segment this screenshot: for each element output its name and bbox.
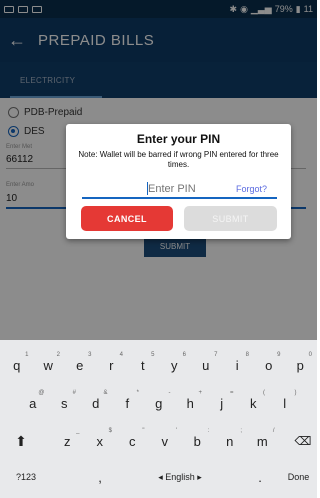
key-hint: = [229, 390, 234, 396]
key-hint: 1 [25, 352, 29, 358]
key-label: z [64, 433, 71, 449]
key-hint: 3 [88, 352, 92, 358]
text-cursor [147, 182, 148, 195]
key-b[interactable]: b: [182, 426, 213, 456]
key-hint: 7 [214, 352, 218, 358]
key-label: j [220, 395, 224, 411]
key-hint: ) [294, 390, 297, 396]
pin-dialog: Enter your PIN Note: Wallet will be barr… [66, 124, 291, 239]
key-p[interactable]: p0 [286, 350, 316, 380]
key-label: x [96, 433, 104, 449]
shift-arrow-icon: ⬆ [15, 432, 27, 449]
key-hint: - [168, 390, 171, 396]
key-label: e [76, 357, 84, 373]
key-hint: & [103, 390, 108, 396]
done-key[interactable]: Done [280, 462, 317, 492]
key-label: h [186, 395, 194, 411]
key-label: a [29, 395, 37, 411]
key-hint: 5 [151, 352, 155, 358]
key-w[interactable]: w2 [34, 350, 64, 380]
key-label: b [193, 433, 201, 449]
key-hint: # [72, 390, 76, 396]
key-label: n [226, 433, 234, 449]
key-g[interactable]: g- [144, 388, 174, 418]
key-hint: : [207, 428, 210, 434]
key-label: r [109, 357, 114, 373]
key-hint: 9 [277, 352, 281, 358]
key-f[interactable]: f * [113, 388, 143, 418]
key-e[interactable]: e3 [65, 350, 95, 380]
shift-key[interactable]: ⬆ [4, 426, 38, 456]
key-label: d [92, 395, 100, 411]
key-label: l [283, 395, 287, 411]
key-hint: " [142, 428, 145, 434]
key-q[interactable]: q1 [2, 350, 32, 380]
key-label: g [155, 395, 163, 411]
forgot-pin-link[interactable]: Forgot? [236, 184, 267, 194]
key-label: f [125, 395, 130, 411]
key-i[interactable]: i8 [223, 350, 253, 380]
key-hint: * [136, 390, 139, 396]
key-m[interactable]: m / [247, 426, 278, 456]
key-hint: 4 [119, 352, 123, 358]
key-label: w [43, 357, 53, 373]
on-screen-keyboard: q1w2e3r4t5y6u7i8o9p0 a @ s # d & f * g - h + j = k(l) … [0, 340, 317, 498]
key-l[interactable]: l) [270, 388, 300, 418]
comma-key[interactable]: , [86, 462, 114, 492]
key-u[interactable]: u7 [191, 350, 221, 380]
key-hint: + [198, 390, 202, 396]
key-y[interactable]: y6 [160, 350, 190, 380]
key-hint: 0 [308, 352, 312, 358]
backspace-icon: ⌫ [294, 434, 312, 448]
key-h[interactable]: h + [176, 388, 206, 418]
key-label: s [61, 395, 68, 411]
key-label: v [161, 433, 169, 449]
dialog-note: Note: Wallet will be barred if wrong PIN… [78, 150, 279, 169]
key-hint: / [272, 428, 275, 434]
dialog-title: Enter your PIN [136, 132, 221, 146]
key-label: t [140, 357, 145, 373]
key-n[interactable]: n; [215, 426, 246, 456]
key-label: m [256, 433, 268, 449]
key-label: c [129, 433, 136, 449]
key-v[interactable]: v ' [150, 426, 181, 456]
key-label: u [202, 357, 210, 373]
key-x[interactable]: x $ [85, 426, 116, 456]
key-hint: 8 [245, 352, 249, 358]
key-r[interactable]: r4 [97, 350, 127, 380]
key-hint: _ [76, 428, 80, 434]
key-a[interactable]: a @ [18, 388, 48, 418]
key-hint: 6 [182, 352, 186, 358]
key-hint: 2 [56, 352, 60, 358]
period-key[interactable]: . [248, 462, 272, 492]
key-label: p [296, 357, 304, 373]
key-z[interactable]: z _ [52, 426, 83, 456]
key-o[interactable]: o9 [254, 350, 284, 380]
key-hint: @ [38, 390, 45, 396]
key-s[interactable]: s # [50, 388, 80, 418]
pin-input-underline [82, 197, 277, 199]
key-d[interactable]: d & [81, 388, 111, 418]
key-t[interactable]: t5 [128, 350, 158, 380]
key-label: i [235, 357, 239, 373]
key-label: k [250, 395, 257, 411]
key-label: q [13, 357, 21, 373]
key-label: o [265, 357, 273, 373]
pin-input[interactable] [148, 182, 218, 196]
key-c[interactable]: c " [117, 426, 148, 456]
key-k[interactable]: k( [239, 388, 269, 418]
symbols-key[interactable]: ?123 [4, 462, 48, 492]
key-hint: $ [108, 428, 112, 434]
key-hint: ; [240, 428, 242, 434]
backspace-key[interactable]: ⌫ [290, 426, 316, 456]
key-label: y [171, 357, 178, 373]
space-key[interactable]: ◂ English ▸ [128, 462, 232, 492]
key-j[interactable]: j = [207, 388, 237, 418]
cancel-button[interactable]: CANCEL [81, 206, 173, 231]
key-hint: ' [175, 428, 177, 434]
key-hint: ( [263, 390, 265, 396]
submit-button[interactable]: SUBMIT [184, 206, 277, 231]
